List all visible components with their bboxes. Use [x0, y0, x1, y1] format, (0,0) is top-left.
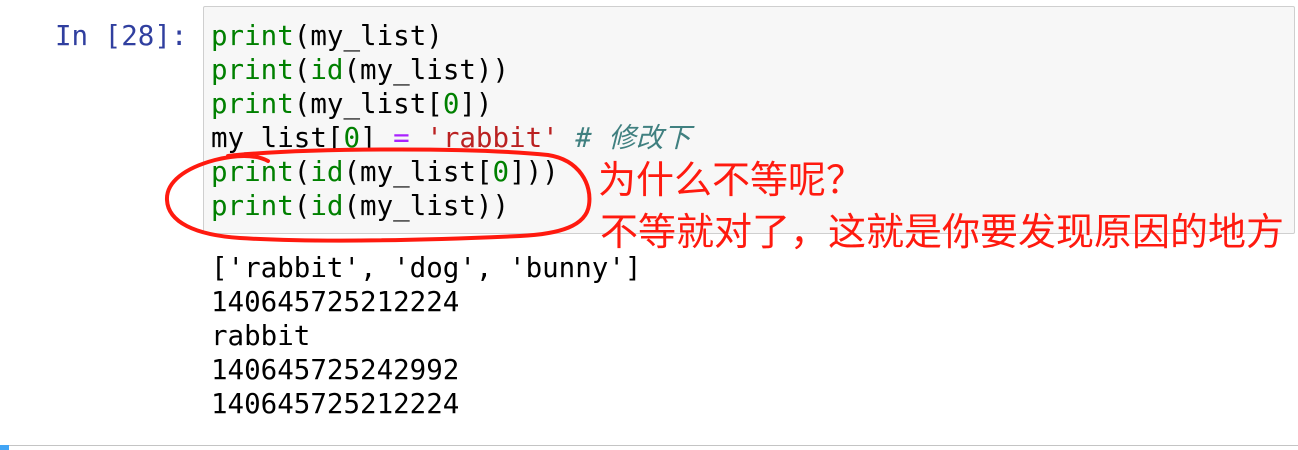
- string-literal[interactable]: 'rabbit': [410, 122, 558, 154]
- id-builtin[interactable]: id: [310, 54, 343, 86]
- annotation-question: 为什么不等呢？: [598, 160, 865, 200]
- output-line: 140645725242992: [211, 354, 460, 386]
- code-text[interactable]: (my_list[: [294, 88, 443, 120]
- code-text[interactable]: ]: [360, 122, 393, 154]
- code-text[interactable]: ]): [459, 88, 492, 120]
- cell-output: ['rabbit', 'dog', 'bunny'] 1406457252122…: [211, 251, 641, 421]
- code-text[interactable]: (: [294, 156, 311, 188]
- number-literal[interactable]: 0: [443, 88, 460, 120]
- id-builtin[interactable]: id: [310, 156, 343, 188]
- code-text[interactable]: (: [294, 190, 311, 222]
- code-text[interactable]: (my_list[: [343, 156, 492, 188]
- input-prompt: In [28]:: [55, 20, 188, 52]
- annotation-answer: 不等就对了，这就是你要发现原因的地方: [600, 212, 1285, 252]
- code-line-1[interactable]: print(my_list): [211, 19, 691, 53]
- print-builtin[interactable]: print: [211, 190, 294, 222]
- print-builtin[interactable]: print: [211, 88, 294, 120]
- next-cell[interactable]: [0, 445, 1298, 450]
- code-text[interactable]: (my_list)): [343, 54, 509, 86]
- number-literal[interactable]: 0: [343, 122, 360, 154]
- code-text[interactable]: (my_list)): [343, 190, 509, 222]
- output-line: rabbit: [211, 320, 311, 352]
- output-line: ['rabbit', 'dog', 'bunny']: [211, 252, 642, 284]
- selected-cell-indicator: [0, 445, 9, 450]
- print-builtin[interactable]: print: [211, 20, 294, 52]
- code-text[interactable]: my_list[: [211, 122, 343, 154]
- id-builtin[interactable]: id: [310, 190, 343, 222]
- code-comment[interactable]: # 修改下: [559, 122, 691, 154]
- number-literal[interactable]: 0: [493, 156, 510, 188]
- code-text[interactable]: (my_list): [294, 20, 443, 52]
- print-builtin[interactable]: print: [211, 54, 294, 86]
- code-text[interactable]: ])): [509, 156, 559, 188]
- code-line-2[interactable]: print(id(my_list)): [211, 53, 691, 87]
- print-builtin[interactable]: print: [211, 156, 294, 188]
- code-line-3[interactable]: print(my_list[0]): [211, 87, 691, 121]
- output-line: 140645725212224: [211, 388, 460, 420]
- assignment-operator[interactable]: =: [393, 122, 410, 154]
- code-text[interactable]: (: [294, 54, 311, 86]
- code-line-4[interactable]: my_list[0] = 'rabbit' # 修改下: [211, 121, 691, 155]
- output-line: 140645725212224: [211, 286, 460, 318]
